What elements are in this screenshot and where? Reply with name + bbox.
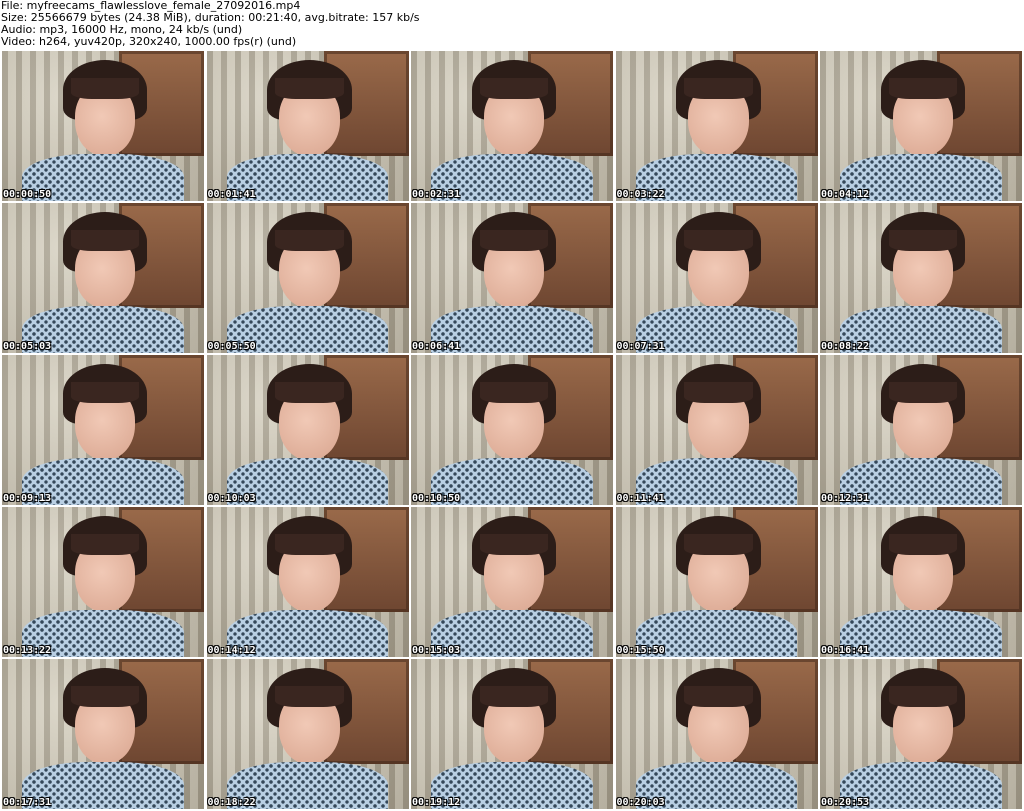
video-frame-thumbnail: 00:09:13: [2, 355, 204, 505]
frame-timestamp: 00:07:31: [616, 341, 665, 352]
video-frame-thumbnail: 00:19:12: [411, 659, 613, 809]
frame-timestamp: 00:04:12: [821, 189, 870, 200]
video-frame-thumbnail: 00:17:31: [2, 659, 204, 809]
frame-timestamp: 00:08:22: [821, 341, 870, 352]
frame-timestamp: 00:20:53: [821, 797, 870, 808]
frame-timestamp: 00:10:03: [207, 493, 256, 504]
frame-image: [206, 51, 409, 201]
frame-image: [2, 203, 204, 353]
frame-timestamp: 00:12:31: [821, 493, 870, 504]
video-info: Video: h264, yuv420p, 320x240, 1000.00 f…: [1, 35, 297, 48]
frame-image: [615, 355, 818, 505]
frame-timestamp: 00:13:22: [3, 645, 52, 656]
metadata-header: File: myfreecams_flawlesslove_female_270…: [0, 0, 1024, 50]
video-frame-thumbnail: 00:14:12: [206, 507, 409, 657]
video-frame-thumbnail: 00:05:03: [2, 203, 204, 353]
video-frame-thumbnail: 00:01:41: [206, 51, 409, 201]
video-frame-thumbnail: 00:15:50: [615, 507, 818, 657]
video-frame-thumbnail: 00:20:53: [820, 659, 1022, 809]
frame-image: [615, 507, 818, 657]
frame-image: [615, 659, 818, 809]
frame-timestamp: 00:18:22: [207, 797, 256, 808]
frame-timestamp: 00:09:13: [3, 493, 52, 504]
video-frame-thumbnail: 00:05:50: [206, 203, 409, 353]
frame-image: [2, 659, 204, 809]
frame-timestamp: 00:05:03: [3, 341, 52, 352]
frame-image: [411, 355, 613, 505]
frame-image: [820, 51, 1022, 201]
frame-image: [411, 659, 613, 809]
video-frame-thumbnail: 00:02:31: [411, 51, 613, 201]
frame-image: [2, 507, 204, 657]
frame-image: [820, 355, 1022, 505]
video-frame-thumbnail: 00:03:22: [615, 51, 818, 201]
video-frame-thumbnail: 00:20:03: [615, 659, 818, 809]
video-frame-thumbnail: 00:12:31: [820, 355, 1022, 505]
frame-image: [615, 203, 818, 353]
frame-timestamp: 00:16:41: [821, 645, 870, 656]
video-frame-thumbnail: 00:11:41: [615, 355, 818, 505]
frame-timestamp: 00:06:41: [412, 341, 461, 352]
frame-image: [206, 355, 409, 505]
video-frame-thumbnail: 00:00:50: [2, 51, 204, 201]
frame-image: [820, 659, 1022, 809]
frame-image: [411, 507, 613, 657]
video-frame-thumbnail: 00:06:41: [411, 203, 613, 353]
frame-timestamp: 00:11:41: [616, 493, 665, 504]
frame-image: [2, 355, 204, 505]
frame-timestamp: 00:02:31: [412, 189, 461, 200]
frame-timestamp: 00:03:22: [616, 189, 665, 200]
frame-timestamp: 00:17:31: [3, 797, 52, 808]
frame-timestamp: 00:15:03: [412, 645, 461, 656]
video-frame-thumbnail: 00:18:22: [206, 659, 409, 809]
video-frame-thumbnail: 00:10:50: [411, 355, 613, 505]
frame-image: [206, 659, 409, 809]
frame-image: [2, 51, 204, 201]
video-frame-thumbnail: 00:04:12: [820, 51, 1022, 201]
frame-timestamp: 00:00:50: [3, 189, 52, 200]
frame-image: [411, 203, 613, 353]
frame-timestamp: 00:15:50: [616, 645, 665, 656]
frame-image: [411, 51, 613, 201]
frame-timestamp: 00:01:41: [207, 189, 256, 200]
video-frame-thumbnail: 00:07:31: [615, 203, 818, 353]
video-frame-thumbnail: 00:10:03: [206, 355, 409, 505]
frame-timestamp: 00:19:12: [412, 797, 461, 808]
video-frame-thumbnail: 00:08:22: [820, 203, 1022, 353]
frame-image: [820, 203, 1022, 353]
frame-timestamp: 00:14:12: [207, 645, 256, 656]
frame-image: [820, 507, 1022, 657]
frame-timestamp: 00:05:50: [207, 341, 256, 352]
video-frame-thumbnail: 00:16:41: [820, 507, 1022, 657]
frame-image: [615, 51, 818, 201]
thumbnail-grid: 00:00:50 00:01:41 00:02:31 00:03:22 00:04:12…: [2, 51, 1022, 811]
frame-timestamp: 00:10:50: [412, 493, 461, 504]
frame-image: [206, 507, 409, 657]
video-frame-thumbnail: 00:13:22: [2, 507, 204, 657]
frame-timestamp: 00:20:03: [616, 797, 665, 808]
video-frame-thumbnail: 00:15:03: [411, 507, 613, 657]
frame-image: [206, 203, 409, 353]
